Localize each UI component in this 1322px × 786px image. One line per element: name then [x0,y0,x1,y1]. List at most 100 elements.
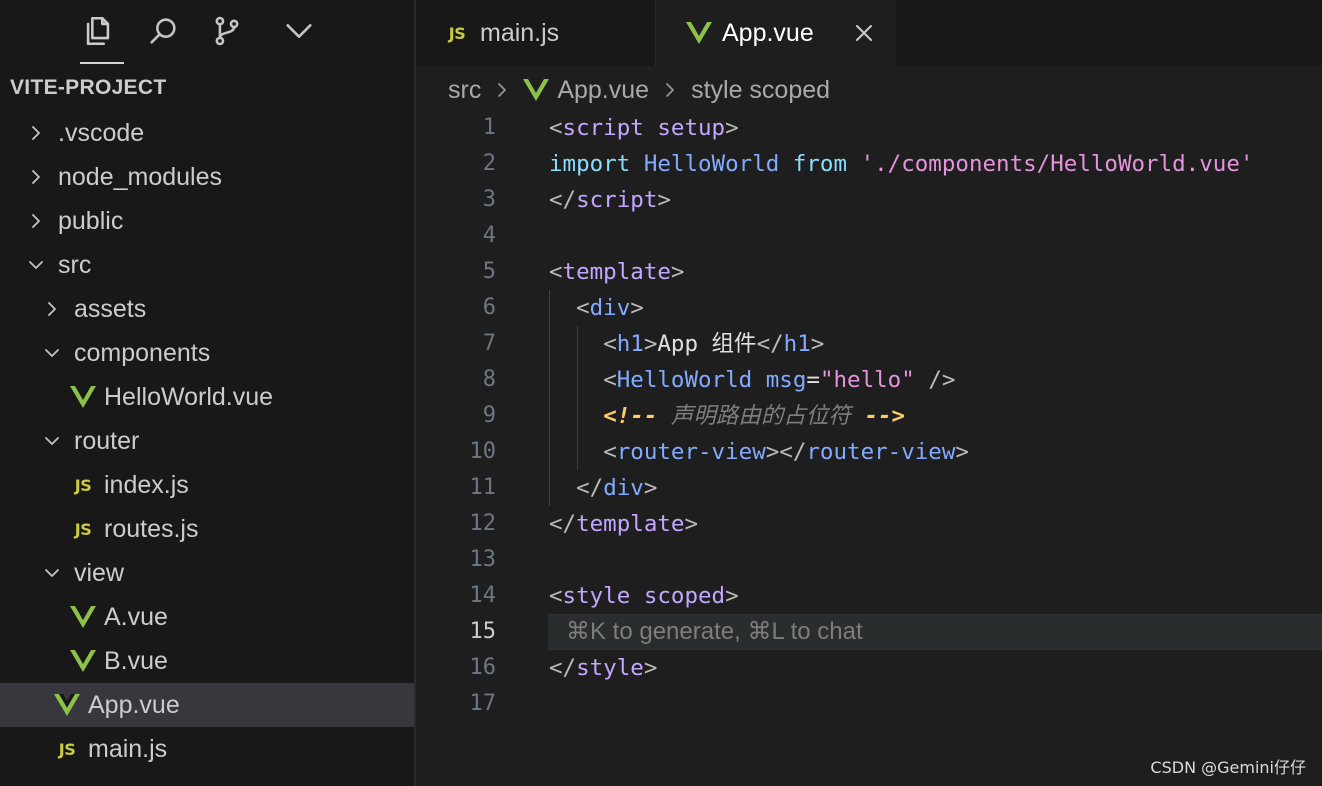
tree-item[interactable]: node_modules [0,155,414,199]
tree-item-label: assets [74,294,147,323]
editor-pane: JS main.js App.vue src App.vue style sco… [416,0,1322,786]
tree-item[interactable]: src [0,243,414,287]
code-line[interactable]: 6 <div> [416,290,1322,326]
tree-item[interactable]: HelloWorld.vue [0,375,414,419]
chevron-down-icon[interactable] [276,8,322,54]
code-text: </script> [549,182,671,218]
code-line[interactable]: 12 </template> [416,506,1322,542]
line-number: 15 [469,619,497,644]
code-line[interactable]: 3 </script> [416,182,1322,218]
code-token: < [549,583,563,609]
code-line[interactable]: 5 <template> [416,254,1322,290]
code-token: router-view [806,439,956,465]
code-line[interactable]: 13 [416,542,1322,578]
chevron-down-icon [28,257,44,273]
tab-label: App.vue [722,18,814,47]
code-text: <router-view></router-view> [549,434,969,470]
tree-item[interactable]: .vscode [0,111,414,155]
tree-item[interactable]: components [0,331,414,375]
tree-item[interactable]: B.vue [0,639,414,683]
tree-item-label: App.vue [88,690,180,719]
code-token: script [576,187,658,213]
tab-main-js[interactable]: JS main.js [416,0,656,66]
tree-item-label: components [74,338,211,367]
code-line[interactable]: 7 <h1>App 组件</h1> [416,326,1322,362]
explorer-icon[interactable] [75,8,121,54]
code-token: </ [549,187,577,213]
code-token: ></ [765,439,807,465]
tree-item-label: A.vue [104,602,168,631]
line-number: 5 [482,259,496,284]
tree-item[interactable]: A.vue [0,595,414,639]
code-text: <template> [549,254,684,290]
code-token: </ [549,655,577,681]
code-token: < [603,331,617,357]
code-token: < [603,439,617,465]
code-token: template [562,259,671,285]
chevron-right-icon [28,213,44,229]
code-line[interactable]: 4 [416,218,1322,254]
code-line[interactable]: 17 [416,686,1322,722]
tree-item-label: .vscode [58,118,145,147]
vue-file-icon [70,384,96,410]
line-number: 10 [469,439,497,464]
chevron-down-icon [44,345,60,361]
tree-item-label: index.js [104,470,189,499]
watermark: CSDN @Gemini仔仔 [1150,758,1306,777]
code-line[interactable]: 9 <!-- 声明路由的占位符 --> [416,398,1322,434]
tree-item[interactable]: JS main.js [0,727,414,771]
code-line[interactable]: 14 <style scoped> [416,578,1322,614]
tree-item[interactable]: view [0,551,414,595]
tree-item[interactable]: router [0,419,414,463]
chevron-right-icon [28,169,44,185]
code-line[interactable]: 8 <HelloWorld msg="hello" /> [416,362,1322,398]
close-icon[interactable] [850,19,878,47]
breadcrumb-symbol[interactable]: style scoped [691,76,830,105]
code-token: import [549,151,631,177]
code-text: <script setup> [549,110,739,146]
code-line[interactable]: 2 import HelloWorld from './components/He… [416,146,1322,182]
code-token: </ [756,331,784,357]
tree-item[interactable]: App.vue [0,683,414,727]
code-token: style [562,583,631,609]
tree-item[interactable]: public [0,199,414,243]
code-token: div [603,475,644,501]
explorer-title: VITE-PROJECT [10,76,167,99]
code-token: h1 [616,331,644,357]
line-number: 4 [482,223,496,248]
code-line[interactable]: 16 </style> [416,650,1322,686]
tree-item[interactable]: JS routes.js [0,507,414,551]
code-token: --> [864,403,906,429]
line-number: 11 [469,475,497,500]
js-file-icon: JS [448,23,466,43]
source-control-icon[interactable] [204,8,250,54]
tab-app-vue[interactable]: App.vue [656,0,896,66]
search-icon[interactable] [140,8,186,54]
tree-item[interactable]: JS index.js [0,463,414,507]
code-token: > [725,115,739,141]
code-line[interactable]: 11 </div> [416,470,1322,506]
breadcrumb-folder[interactable]: src [448,76,481,105]
code-token: from [792,151,848,177]
tab-bar: JS main.js App.vue [416,0,1322,66]
code-token: > [810,331,825,357]
tree-item-label: router [74,426,140,455]
tree-item[interactable]: assets [0,287,414,331]
code-token: > [657,187,671,213]
tree-item-label: view [74,558,125,587]
code-token: > [643,331,658,357]
code-text: <h1>App 组件</h1> [549,326,824,362]
tree-item-label: public [58,206,124,235]
code-line[interactable]: 10 <router-view></router-view> [416,434,1322,470]
breadcrumb-file[interactable]: App.vue [557,76,649,105]
code-line[interactable]: 1 <script setup> [416,110,1322,146]
code-token: > [725,583,739,609]
js-file-icon: JS [74,519,92,539]
code-text: <div> [549,290,644,326]
code-line[interactable]: 15 [416,614,1322,650]
